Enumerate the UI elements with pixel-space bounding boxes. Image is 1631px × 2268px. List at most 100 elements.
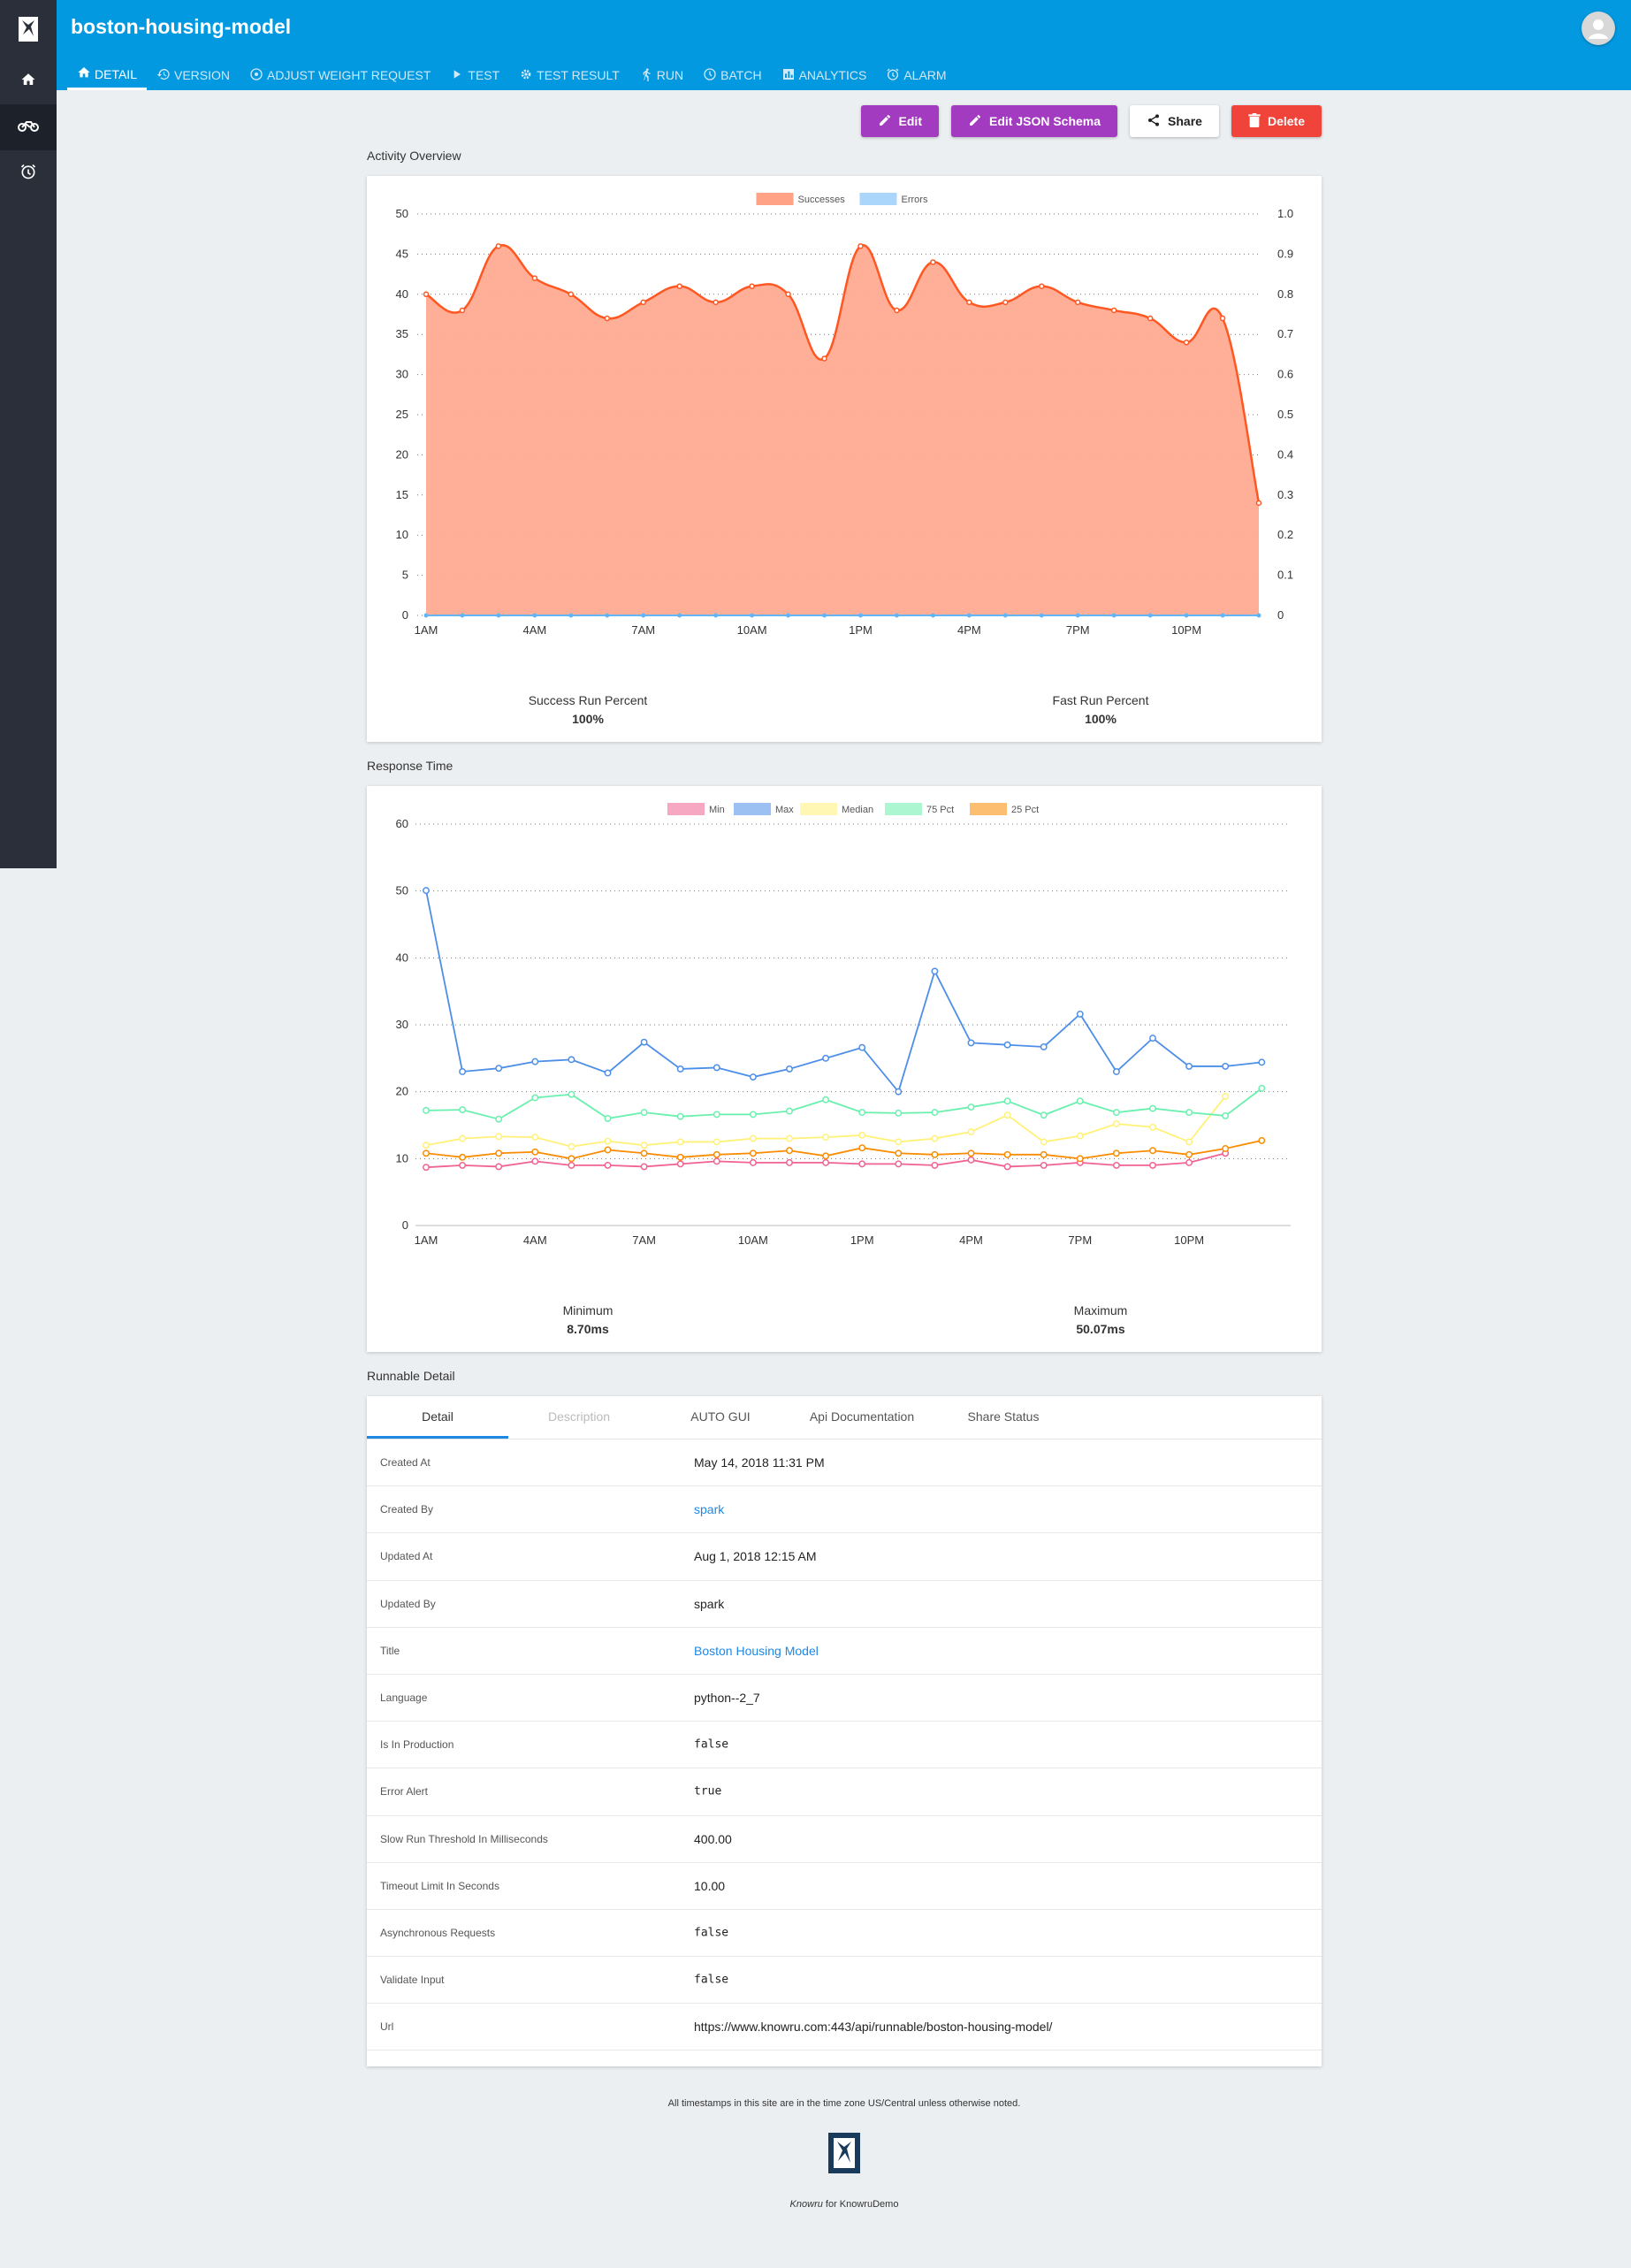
- series-point: [1076, 1010, 1084, 1018]
- series-point: [895, 1109, 903, 1117]
- series-point: [749, 1134, 757, 1142]
- series-point: [531, 1157, 539, 1165]
- series-point: [749, 1149, 757, 1157]
- successes-point: [423, 291, 430, 298]
- successes-point: [1074, 299, 1081, 306]
- series-point: [822, 1158, 830, 1166]
- series-point: [786, 1134, 793, 1142]
- series-point: [568, 1090, 575, 1098]
- detail-key: Updated By: [380, 1597, 436, 1610]
- tab-label: ALARM: [903, 68, 947, 82]
- tab-batch[interactable]: BATCH: [693, 60, 771, 90]
- series-point: [1112, 1149, 1120, 1157]
- knowru-logo[interactable]: [0, 0, 57, 58]
- sidebar-item-alarms[interactable]: [0, 150, 57, 196]
- edit-button[interactable]: Edit: [860, 105, 939, 137]
- runnable-detail-card: Detail Description AUTO GUI Api Document…: [367, 1396, 1322, 2066]
- tab-test[interactable]: TEST: [440, 60, 509, 90]
- legend-label: Min: [709, 805, 725, 815]
- series-point: [931, 1161, 939, 1169]
- sidebar-item-runnables[interactable]: [0, 104, 57, 150]
- series-point: [676, 1138, 684, 1146]
- tab-test-result[interactable]: TEST RESULT: [509, 60, 629, 90]
- tab-share-status[interactable]: Share Status: [933, 1396, 1074, 1439]
- tab-api-documentation[interactable]: Api Documentation: [791, 1396, 933, 1439]
- series-point: [568, 1142, 575, 1150]
- tab-analytics[interactable]: ANALYTICS: [772, 60, 877, 90]
- series-point: [568, 1161, 575, 1169]
- successes-point: [604, 315, 611, 322]
- series-point: [495, 1065, 503, 1073]
- errors-point: [460, 613, 465, 618]
- series-point: [423, 1106, 430, 1114]
- target-icon: [249, 67, 263, 84]
- successes-point: [821, 355, 827, 362]
- detail-row: Title Boston Housing Model: [367, 1628, 1322, 1675]
- tab-detail[interactable]: DETAIL: [67, 60, 147, 90]
- trash-icon: [1248, 112, 1261, 130]
- avatar[interactable]: [1581, 11, 1615, 45]
- series-point: [1149, 1161, 1156, 1169]
- tab-alarm[interactable]: ALARM: [876, 60, 956, 90]
- runnable-detail-title: Runnable Detail: [367, 1369, 455, 1383]
- errors-point: [677, 613, 682, 618]
- series-point: [423, 1164, 430, 1172]
- legend-label: Max: [775, 805, 794, 815]
- tab-auto-gui[interactable]: AUTO GUI: [650, 1396, 791, 1439]
- detail-value[interactable]: spark: [694, 1502, 724, 1516]
- errors-point: [1184, 613, 1189, 618]
- successes-point: [930, 259, 936, 265]
- maximum-label: Maximum: [1073, 1303, 1128, 1317]
- legend-label: Successes: [798, 195, 846, 205]
- sidebar-item-home[interactable]: [0, 58, 57, 104]
- detail-row: Asynchronous Requests false: [367, 1910, 1322, 1958]
- legend-swatch: [885, 803, 922, 815]
- successes-point: [857, 243, 864, 249]
- detail-row: Created By spark: [367, 1486, 1322, 1534]
- legend-swatch: [667, 803, 705, 815]
- x-tick-label: 4AM: [523, 623, 547, 637]
- detail-row: Created At May 14, 2018 11:31 PM: [367, 1439, 1322, 1487]
- tab-version[interactable]: VERSION: [147, 60, 240, 90]
- response-time-chart: Min Max Median 75 Pct 25 Pct 0 10 20 30 40 50 60 1AM…: [396, 803, 1291, 1247]
- tab-run[interactable]: RUN: [629, 60, 693, 90]
- series-point: [495, 1133, 503, 1141]
- detail-value: May 14, 2018 11:31 PM: [694, 1455, 825, 1470]
- maximum-value: 50.07ms: [1076, 1322, 1125, 1336]
- series-point: [822, 1054, 830, 1062]
- detail-value[interactable]: Boston Housing Model: [694, 1644, 819, 1658]
- series-point: [604, 1114, 612, 1122]
- detail-row: Error Alert true: [367, 1768, 1322, 1816]
- series-point: [1040, 1043, 1048, 1050]
- series-point: [640, 1149, 648, 1157]
- series-point: [1076, 1155, 1084, 1163]
- series-point: [1040, 1150, 1048, 1158]
- errors-point: [1111, 613, 1117, 618]
- timezone-note: All timestamps in this site are in the t…: [667, 2098, 1021, 2109]
- share-label: Share: [1168, 114, 1202, 128]
- tab-detail-info[interactable]: Detail: [367, 1396, 508, 1439]
- series-point: [786, 1107, 793, 1115]
- detail-key: Updated At: [380, 1550, 433, 1563]
- series-point: [459, 1106, 467, 1114]
- series-point: [713, 1111, 720, 1119]
- series-point: [531, 1148, 539, 1156]
- series-point: [1185, 1150, 1193, 1158]
- series-point: [1112, 1120, 1120, 1127]
- delete-button[interactable]: Delete: [1231, 105, 1322, 137]
- brand-name: Knowru: [789, 2199, 823, 2210]
- share-button[interactable]: Share: [1130, 105, 1219, 137]
- success-run-stat: Success Run Percent 100%: [473, 693, 703, 726]
- tab-adjust-weight-request[interactable]: ADJUST WEIGHT REQUEST: [240, 60, 440, 90]
- series-point: [604, 1069, 612, 1077]
- minimum-stat: Minimum 8.70ms: [473, 1303, 703, 1336]
- series-point: [1222, 1093, 1230, 1100]
- tab-label: TEST: [468, 68, 500, 82]
- y-tick-label: 15: [396, 488, 408, 501]
- y2-tick-label: 0.5: [1277, 408, 1293, 421]
- series-point: [1149, 1035, 1156, 1042]
- series-point: [967, 1103, 975, 1111]
- series-point: [822, 1152, 830, 1160]
- detail-value: https://www.knowru.com:443/api/runnable/…: [694, 2020, 1053, 2035]
- edit-json-schema-button[interactable]: Edit JSON Schema: [951, 105, 1118, 137]
